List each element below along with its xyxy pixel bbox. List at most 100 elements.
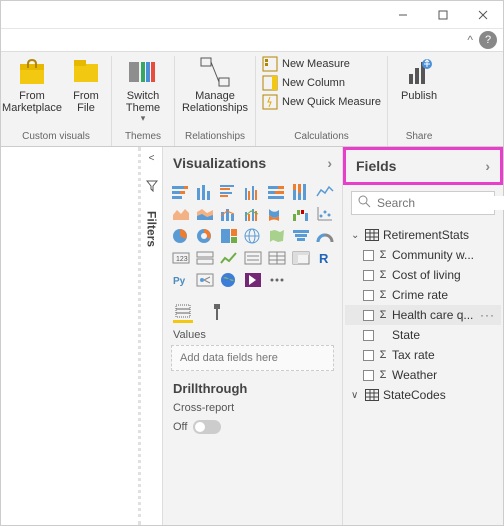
funnel-icon[interactable] (291, 227, 311, 245)
more-icon[interactable]: ··· (480, 308, 495, 322)
waterfall-icon[interactable] (291, 205, 311, 223)
stacked-area-icon[interactable] (195, 205, 215, 223)
py-visual-icon[interactable]: Py (171, 271, 191, 289)
table-icon (365, 389, 379, 401)
card-icon[interactable]: 123 (171, 249, 191, 267)
ribbon-group-relationships: Manage Relationships Relationships (175, 56, 256, 146)
area-chart-icon[interactable] (171, 205, 191, 223)
toggle-off-label: Off (173, 421, 187, 433)
window-close-button[interactable] (463, 1, 503, 28)
matrix-icon[interactable] (291, 249, 311, 267)
relationships-icon (199, 56, 231, 88)
publish-button[interactable]: Publish (394, 56, 444, 102)
from-file-label: From File (67, 90, 105, 114)
theme-icon (127, 56, 159, 88)
r-visual-icon[interactable]: R (315, 249, 335, 267)
stacked-column-100-icon[interactable] (291, 183, 311, 201)
field-item[interactable]: Σ Crime rate (345, 285, 501, 305)
clustered-column-icon[interactable] (243, 183, 263, 201)
fields-search-box[interactable] (351, 191, 495, 215)
pie-icon[interactable] (171, 227, 191, 245)
values-drop-area[interactable]: Add data fields here (171, 345, 334, 371)
fields-tree: ⌄ RetirementStats Σ Community w... Σ Cos… (343, 221, 503, 409)
main-area: < Filters Visualizations › (1, 147, 503, 525)
field-checkbox[interactable] (363, 330, 374, 341)
filled-map-icon[interactable] (267, 227, 287, 245)
switch-theme-button[interactable]: Switch Theme ▾ (118, 56, 168, 124)
help-icon[interactable]: ? (479, 31, 497, 49)
new-column-button[interactable]: New Column (262, 75, 381, 91)
visualization-type-grid: 123 R Py (163, 179, 342, 293)
format-tab[interactable] (207, 301, 227, 323)
donut-icon[interactable] (195, 227, 215, 245)
chevron-right-icon: › (327, 155, 332, 171)
field-item[interactable]: Σ Tax rate (345, 345, 501, 365)
new-quick-measure-button[interactable]: New Quick Measure (262, 94, 381, 110)
powerapps-icon[interactable] (243, 271, 263, 289)
field-name: Health care q... (392, 308, 476, 322)
line-clustered-column-icon[interactable] (243, 205, 263, 223)
line-stacked-column-icon[interactable] (219, 205, 239, 223)
line-chart-icon[interactable] (315, 183, 335, 201)
map-icon[interactable] (243, 227, 263, 245)
ribbon: From Marketplace From File Custom visual… (1, 51, 503, 147)
arcgis-icon[interactable] (219, 271, 239, 289)
ribbon-subbar: ^ ? (1, 29, 503, 51)
treemap-icon[interactable] (219, 227, 239, 245)
file-icon (70, 56, 102, 88)
field-checkbox[interactable] (363, 290, 374, 301)
report-canvas[interactable] (1, 147, 141, 525)
gauge-icon[interactable] (315, 227, 335, 245)
filters-funnel-icon[interactable] (146, 180, 158, 195)
filters-label: Filters (145, 211, 159, 247)
kpi-icon[interactable] (219, 249, 239, 267)
field-item[interactable]: Σ Cost of living (345, 265, 501, 285)
fields-header[interactable]: Fields › (343, 147, 503, 185)
switch-theme-label: Switch Theme (118, 90, 168, 114)
sigma-icon: Σ (378, 289, 388, 301)
fields-search-input[interactable] (377, 196, 504, 210)
slicer-icon[interactable] (243, 249, 263, 267)
stacked-column-icon[interactable] (195, 183, 215, 201)
field-checkbox[interactable] (363, 350, 374, 361)
more-visuals-icon[interactable] (267, 271, 287, 289)
expand-filters-icon[interactable]: < (149, 153, 155, 164)
scatter-icon[interactable] (315, 205, 335, 223)
ribbon-collapse-icon[interactable]: ^ (467, 33, 473, 47)
multi-card-icon[interactable] (195, 249, 215, 267)
window-maximize-button[interactable] (423, 1, 463, 28)
window-minimize-button[interactable] (383, 1, 423, 28)
table-icon (365, 229, 379, 241)
chevron-down-icon: ▾ (141, 114, 146, 124)
stacked-bar-100-icon[interactable] (267, 183, 287, 201)
visualizations-header[interactable]: Visualizations › (163, 147, 342, 179)
cross-report-toggle[interactable] (193, 420, 221, 434)
stacked-bar-icon[interactable] (171, 183, 191, 201)
field-item[interactable]: Σ Community w... (345, 245, 501, 265)
column-icon (262, 75, 278, 91)
from-marketplace-button[interactable]: From Marketplace (7, 56, 57, 114)
ribbon-group-label: Custom visuals (22, 131, 90, 144)
table-icon[interactable] (267, 249, 287, 267)
table-header[interactable]: ⌄ RetirementStats (345, 225, 501, 245)
fields-tab[interactable] (173, 301, 193, 323)
field-item[interactable]: Σ Weather (345, 365, 501, 385)
table-header[interactable]: ∨ StateCodes (345, 385, 501, 405)
fields-pane: Fields › ⌄ RetirementStats Σ Community w… (343, 147, 503, 525)
manage-relationships-button[interactable]: Manage Relationships (181, 56, 249, 114)
from-file-button[interactable]: From File (67, 56, 105, 114)
cross-report-toggle-row: Off (163, 416, 342, 438)
field-name: State (392, 328, 495, 342)
new-measure-button[interactable]: New Measure (262, 56, 381, 72)
ribbon-chart-icon[interactable] (267, 205, 287, 223)
field-checkbox[interactable] (363, 250, 374, 261)
field-checkbox[interactable] (363, 370, 374, 381)
field-checkbox[interactable] (363, 310, 374, 321)
clustered-bar-icon[interactable] (219, 183, 239, 201)
field-item[interactable]: Σ Health care q... ··· (345, 305, 501, 325)
key-influencers-icon[interactable] (195, 271, 215, 289)
new-quick-measure-label: New Quick Measure (282, 96, 381, 108)
field-checkbox[interactable] (363, 270, 374, 281)
viz-field-tabs (163, 293, 342, 327)
field-item[interactable]: State (345, 325, 501, 345)
